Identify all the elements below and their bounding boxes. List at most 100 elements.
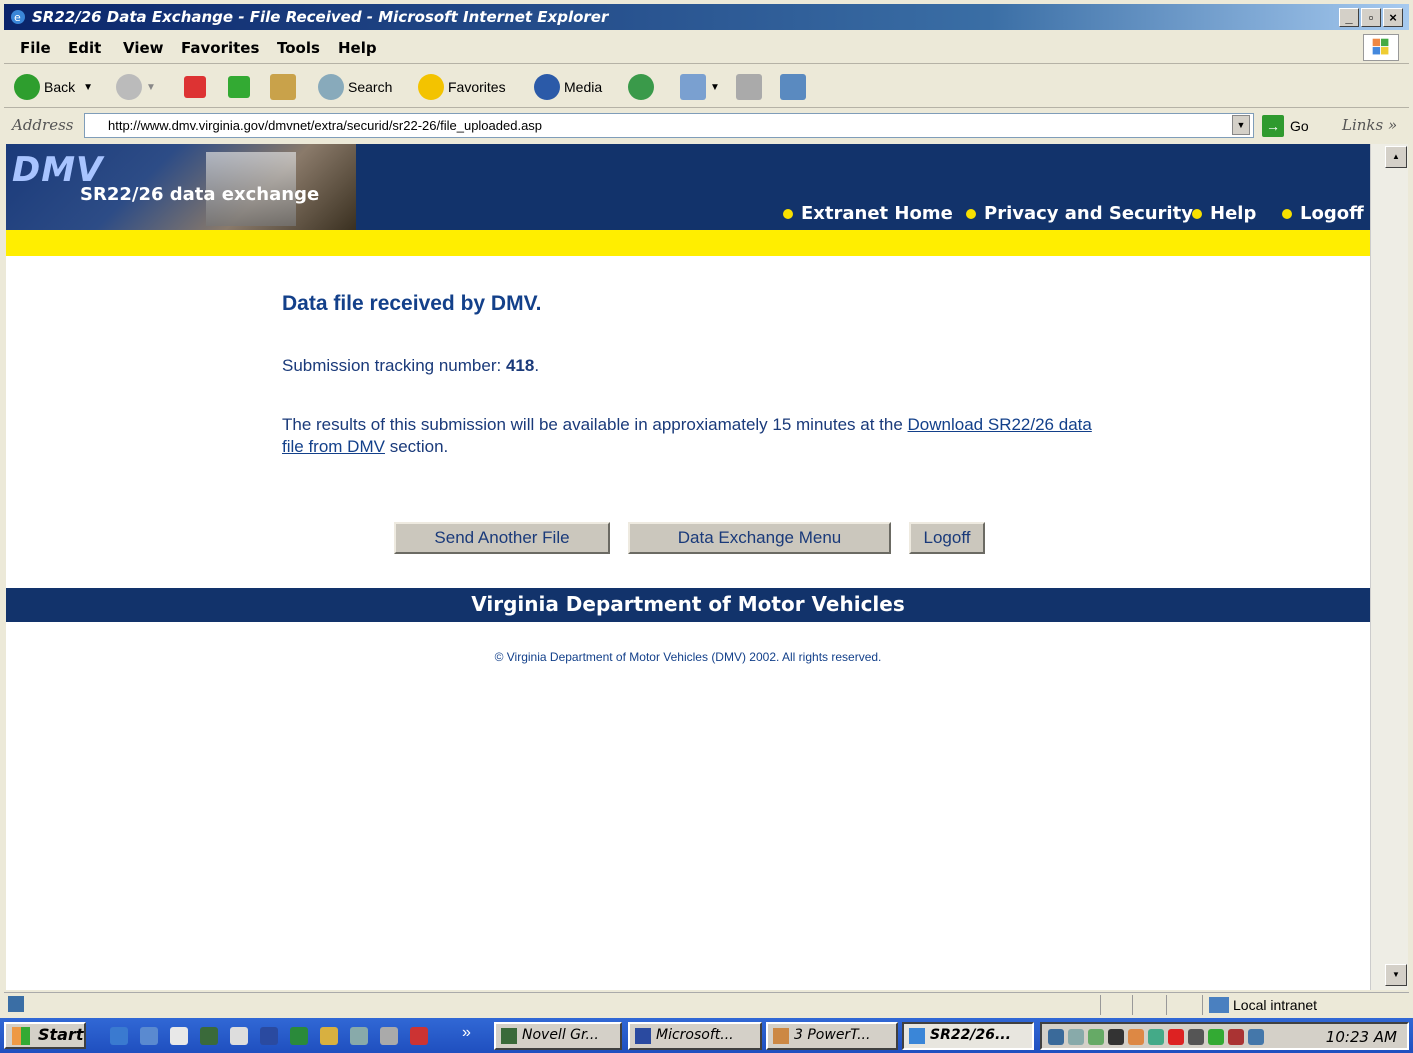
go-button[interactable]: → Go xyxy=(1262,114,1309,138)
maximize-button[interactable]: ▫ xyxy=(1361,8,1381,27)
nav-label: Extranet Home xyxy=(801,203,953,224)
quicklaunch-icon[interactable] xyxy=(170,1027,188,1045)
address-bar: Address http://www.dmv.virginia.gov/dmvn… xyxy=(4,110,1409,142)
back-button[interactable]: Back ▼ xyxy=(14,73,93,101)
data-exchange-menu-button[interactable]: Data Exchange Menu xyxy=(628,522,891,554)
history-button[interactable] xyxy=(628,73,658,101)
chevron-down-icon: ▼ xyxy=(146,81,156,93)
vertical-scrollbar[interactable]: ▲ ▼ xyxy=(1370,144,1408,990)
start-label: Start xyxy=(38,1025,84,1044)
star-icon xyxy=(418,74,444,100)
tray-icon[interactable] xyxy=(1108,1029,1124,1045)
outlook-quicklaunch-icon[interactable] xyxy=(140,1027,158,1045)
task-label: SR22/26... xyxy=(930,1027,1011,1043)
media-label: Media xyxy=(564,79,603,95)
footer-bar: Virginia Department of Motor Vehicles xyxy=(6,588,1370,622)
quicklaunch-icon[interactable] xyxy=(410,1027,428,1045)
security-zone: Local intranet xyxy=(1202,995,1317,1015)
ie-icon: e xyxy=(11,10,25,24)
system-tray: 10:23 AM xyxy=(1040,1022,1409,1050)
address-dropdown[interactable]: ▼ xyxy=(1232,115,1250,135)
word-icon xyxy=(635,1028,651,1044)
tray-icon[interactable] xyxy=(1088,1029,1104,1045)
scroll-up-button[interactable]: ▲ xyxy=(1385,146,1407,168)
tray-icon[interactable] xyxy=(1128,1029,1144,1045)
tray-icon[interactable] xyxy=(1168,1029,1184,1045)
task-powerpoint[interactable]: 3 PowerT... xyxy=(766,1022,898,1050)
logoff-button[interactable]: Logoff xyxy=(909,522,985,554)
yellow-stripe xyxy=(6,230,1370,256)
quicklaunch-icon[interactable] xyxy=(230,1027,248,1045)
menu-edit[interactable]: Edit xyxy=(68,39,101,57)
print-button[interactable] xyxy=(736,73,766,101)
start-button[interactable]: Start xyxy=(4,1022,86,1049)
clock: 10:23 AM xyxy=(1325,1028,1397,1046)
quicklaunch-icon[interactable] xyxy=(200,1027,218,1045)
tray-icon[interactable] xyxy=(1048,1029,1064,1045)
menu-file[interactable]: File xyxy=(20,39,51,57)
tray-icon[interactable] xyxy=(1068,1029,1084,1045)
word-quicklaunch-icon[interactable] xyxy=(260,1027,278,1045)
quicklaunch-icon[interactable] xyxy=(350,1027,368,1045)
tray-icon[interactable] xyxy=(1148,1029,1164,1045)
mail-button[interactable]: ▼ xyxy=(680,73,720,101)
minimize-button[interactable]: _ xyxy=(1339,8,1359,27)
media-button[interactable]: Media xyxy=(534,73,602,101)
windows-flag-icon xyxy=(12,1027,30,1045)
toolbar: Back ▼ ▼ Search Favorites Media ▼ xyxy=(4,66,1409,108)
tray-icon[interactable] xyxy=(1248,1029,1264,1045)
links-label: Links xyxy=(1342,116,1384,134)
refresh-button[interactable] xyxy=(228,73,254,101)
home-icon xyxy=(270,74,296,100)
taskbar: Start » Novell Gr... Microsoft... 3 Powe… xyxy=(0,1018,1413,1053)
browser-window: e SR22/26 Data Exchange - File Received … xyxy=(0,0,1413,1053)
status-divider xyxy=(1100,995,1101,1015)
nav-help[interactable]: Help xyxy=(1192,203,1256,224)
forward-button[interactable]: ▼ xyxy=(116,73,156,101)
close-button[interactable]: × xyxy=(1383,8,1403,27)
nav-extranet-home[interactable]: Extranet Home xyxy=(783,203,953,224)
bullet-icon xyxy=(1192,208,1202,219)
task-ie-sr22[interactable]: SR22/26... xyxy=(902,1022,1034,1050)
stop-button[interactable] xyxy=(184,73,210,101)
links-button[interactable]: Links » xyxy=(1342,116,1397,134)
ie-quicklaunch-icon[interactable] xyxy=(110,1027,128,1045)
stop-icon xyxy=(184,76,206,98)
task-microsoft-word[interactable]: Microsoft... xyxy=(628,1022,762,1050)
nav-label: Help xyxy=(1210,203,1257,224)
window-title: SR22/26 Data Exchange - File Received - … xyxy=(32,8,609,26)
home-button[interactable] xyxy=(270,73,300,101)
excel-quicklaunch-icon[interactable] xyxy=(290,1027,308,1045)
copyright-link[interactable]: © Virginia Department of Motor Vehicles … xyxy=(495,650,882,664)
chevron-down-icon: ▼ xyxy=(710,81,720,93)
intranet-icon xyxy=(1209,997,1229,1013)
menu-bar: File Edit View Favorites Tools Help xyxy=(4,32,1409,64)
search-button[interactable]: Search xyxy=(318,73,392,101)
menu-tools[interactable]: Tools xyxy=(277,39,320,57)
menu-view[interactable]: View xyxy=(123,39,164,57)
menu-favorites[interactable]: Favorites xyxy=(181,39,259,57)
tray-icon[interactable] xyxy=(1228,1029,1244,1045)
favorites-button[interactable]: Favorites xyxy=(418,73,506,101)
scroll-down-button[interactable]: ▼ xyxy=(1385,964,1407,986)
favorites-label: Favorites xyxy=(448,79,506,95)
nav-privacy-security[interactable]: Privacy and Security xyxy=(966,203,1193,224)
edit-icon xyxy=(780,74,806,100)
edit-button[interactable] xyxy=(780,73,810,101)
quicklaunch-icon[interactable] xyxy=(380,1027,398,1045)
quicklaunch-icon[interactable] xyxy=(320,1027,338,1045)
tray-icon[interactable] xyxy=(1188,1029,1204,1045)
more-chevron-icon[interactable]: » xyxy=(462,1024,471,1042)
powerpoint-icon xyxy=(773,1028,789,1044)
task-novell[interactable]: Novell Gr... xyxy=(494,1022,622,1050)
send-another-file-button[interactable]: Send Another File xyxy=(394,522,610,554)
copyright: © Virginia Department of Motor Vehicles … xyxy=(6,650,1370,664)
nav-logoff[interactable]: Logoff xyxy=(1282,203,1364,224)
menu-help[interactable]: Help xyxy=(338,39,377,57)
address-url[interactable]: http://www.dmv.virginia.gov/dmvnet/extra… xyxy=(108,118,542,133)
dmv-banner: DMV SR22/26 data exchange Extranet Home … xyxy=(6,144,1370,230)
tray-icon[interactable] xyxy=(1208,1029,1224,1045)
search-label: Search xyxy=(348,79,393,95)
task-label: Novell Gr... xyxy=(522,1027,599,1043)
task-label: Microsoft... xyxy=(656,1027,734,1043)
